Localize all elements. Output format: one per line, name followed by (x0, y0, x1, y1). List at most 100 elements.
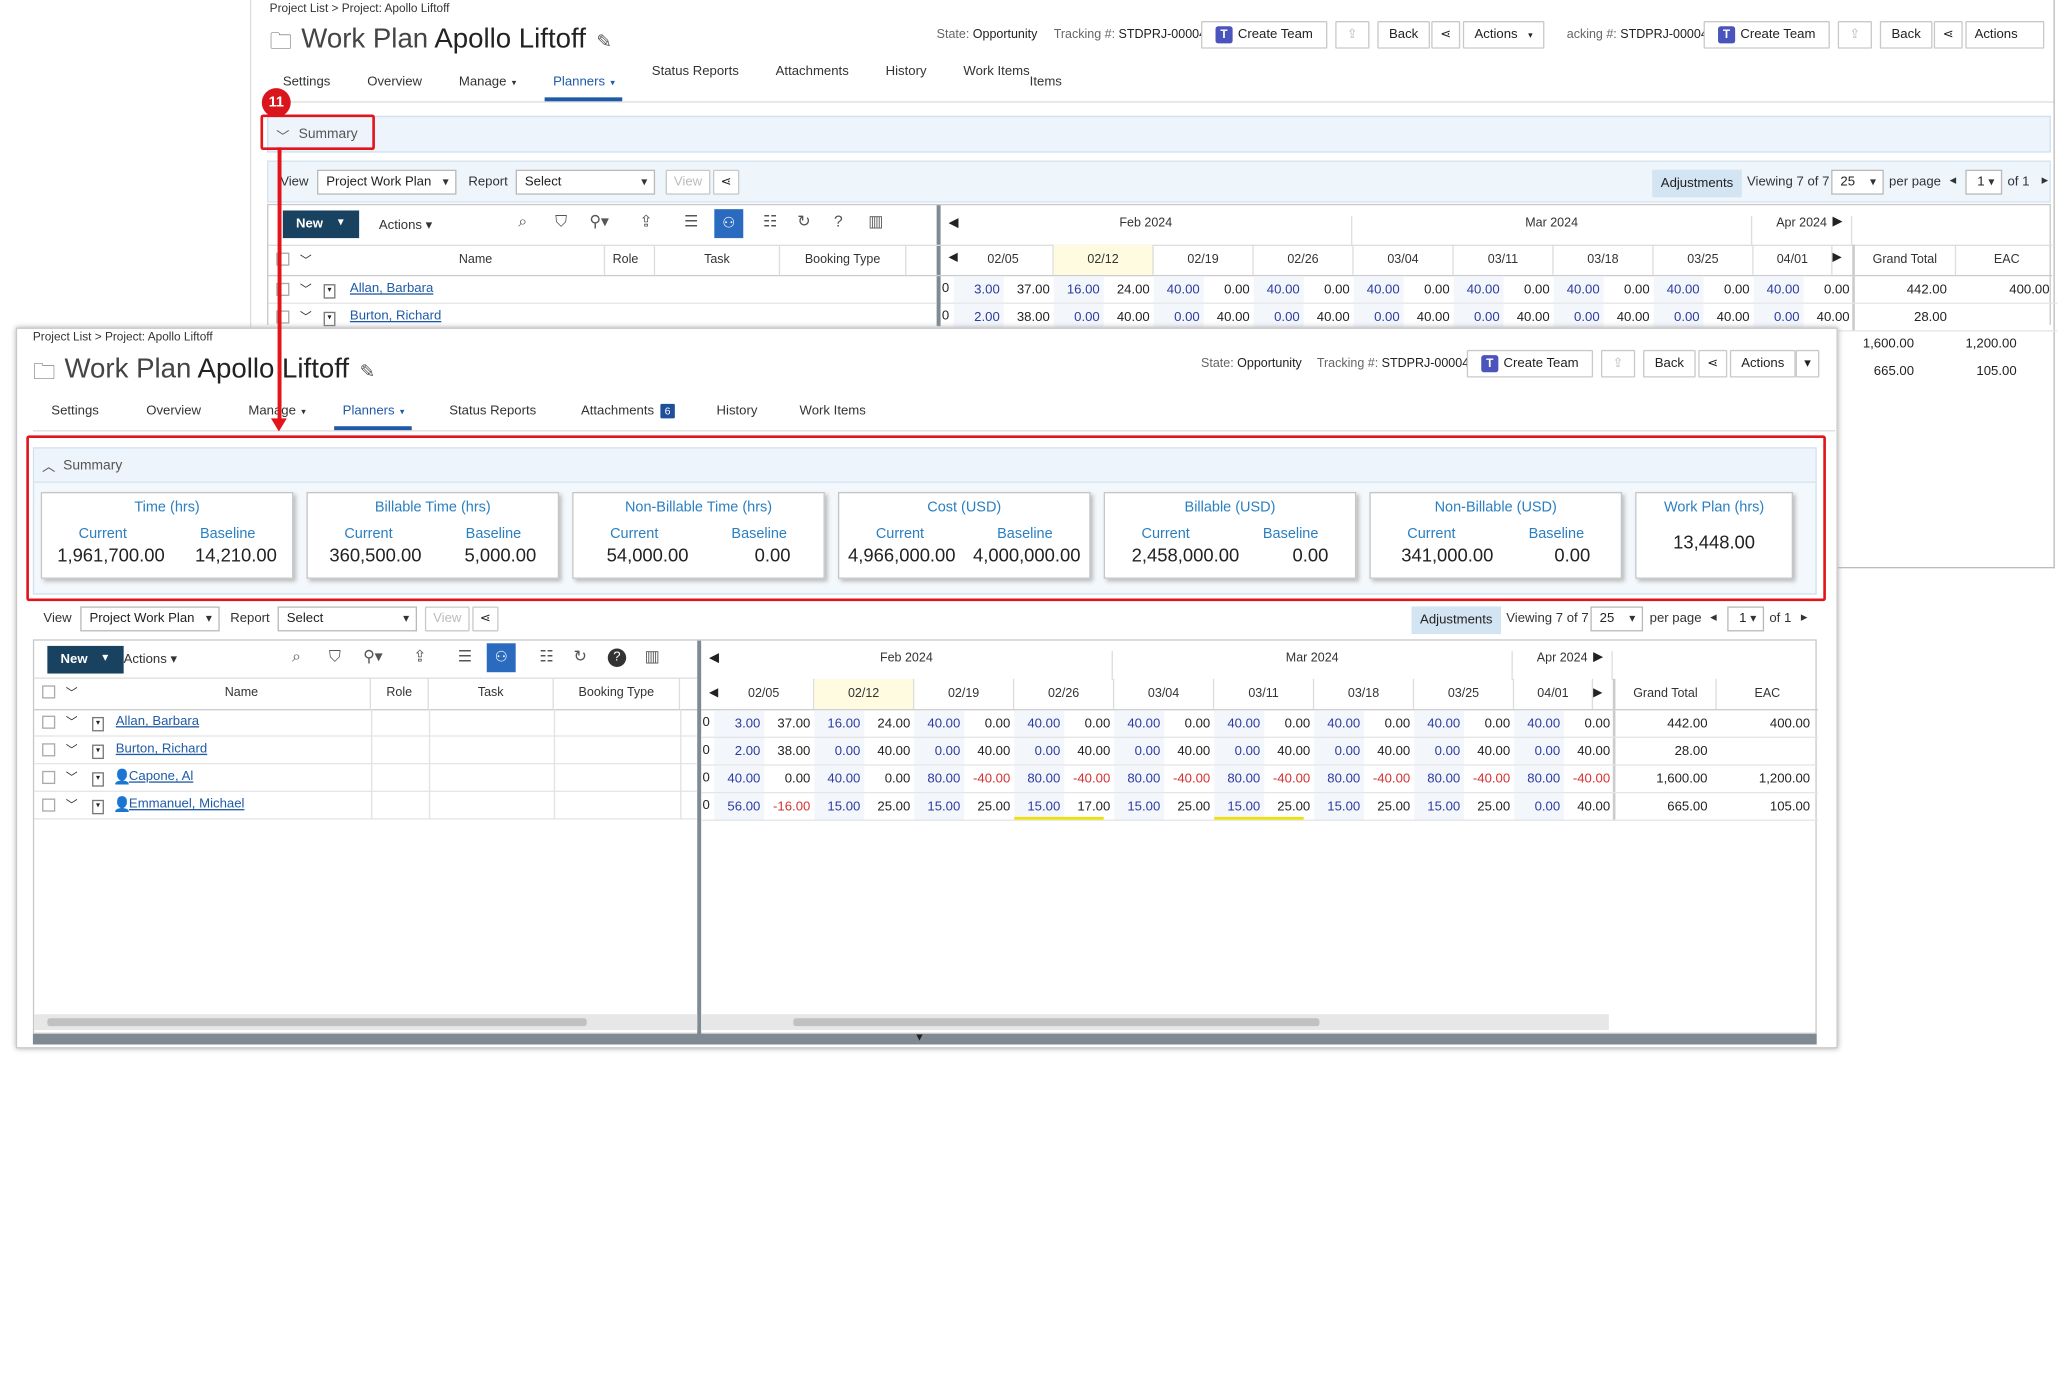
view-button[interactable]: View (424, 606, 470, 632)
hours-cell[interactable]: 40.00 (1014, 710, 1065, 738)
hours-cell[interactable]: 0.00 (1514, 737, 1565, 766)
hours-cell[interactable]: 40.00 (1464, 738, 1514, 766)
hours-cell[interactable]: 40.00 (1064, 738, 1114, 766)
week-next-icon[interactable]: ▶ (1832, 250, 1841, 264)
tab-attachments[interactable]: Attachments 6 (563, 392, 693, 430)
view-select[interactable]: Project Work Plan (80, 606, 220, 632)
assign-icon[interactable]: ⚲▾ (589, 212, 608, 230)
hours-cell[interactable]: 0.00 (914, 737, 965, 766)
tab-planners[interactable]: Planners ▾ (324, 392, 423, 431)
hours-cell[interactable]: 15.00 (1414, 793, 1465, 821)
page-number-input[interactable]: 1 (1965, 169, 2003, 195)
row-menu-icon[interactable]: ▾ (323, 282, 336, 299)
hours-cell[interactable]: 0.00 (1114, 737, 1165, 766)
expand-row-icon[interactable]: ﹀ (300, 280, 312, 297)
hours-cell[interactable]: 40.00 (1153, 276, 1204, 304)
gantt-icon[interactable]: ☷ (539, 647, 553, 665)
expand-row-icon[interactable]: ﹀ (66, 768, 78, 785)
back-button-2[interactable]: Back (1879, 21, 1933, 49)
hours-cell[interactable]: 0.00 (1504, 276, 1554, 304)
hours-cell[interactable]: 25.00 (864, 793, 914, 821)
hours-cell[interactable]: 15.00 (914, 793, 965, 821)
report-select[interactable]: Select (515, 169, 656, 195)
tab-history[interactable]: History (867, 53, 945, 91)
export-icon-2[interactable]: ⇪ (1837, 21, 1872, 49)
create-team-button[interactable]: T Create Team (1201, 21, 1328, 49)
row-checkbox[interactable] (42, 743, 56, 760)
create-team-button-2[interactable]: T Create Team (1703, 21, 1830, 49)
hours-cell[interactable]: 56.00 (714, 793, 765, 821)
hours-cell[interactable]: 40.00 (1314, 710, 1365, 738)
page-number-input[interactable]: 1 (1727, 606, 1765, 632)
hours-cell[interactable]: 40.00 (714, 765, 765, 794)
resource-name-link[interactable]: Burton, Richard (350, 309, 441, 323)
hours-cell[interactable]: -40.00 (964, 766, 1014, 794)
hours-cell[interactable]: 0.00 (1404, 276, 1454, 304)
hours-cell[interactable]: 40.00 (1653, 276, 1704, 304)
tab-overview[interactable]: Overview (349, 63, 441, 101)
hours-cell[interactable]: 40.00 (814, 765, 865, 794)
next-page-icon[interactable]: ▸ (2042, 174, 2049, 188)
hours-cell[interactable]: 40.00 (1264, 738, 1314, 766)
expand-row-icon[interactable]: ﹀ (66, 741, 78, 758)
hours-cell[interactable]: 40.00 (1353, 276, 1404, 304)
next-page-icon[interactable]: ▸ (1801, 610, 1808, 624)
hours-cell[interactable]: 40.00 (964, 738, 1014, 766)
hours-cell[interactable]: -40.00 (1064, 766, 1114, 794)
tab-overview[interactable]: Overview (117, 392, 230, 430)
hours-cell[interactable]: 0.00 (1014, 737, 1065, 766)
list-icon[interactable]: ☰ (684, 212, 698, 230)
hours-cell[interactable]: -40.00 (1264, 766, 1314, 794)
hours-cell[interactable]: 25.00 (1464, 793, 1514, 821)
actions-button[interactable]: Actions (1729, 349, 1796, 378)
adjustments-button[interactable]: Adjustments (1652, 169, 1742, 198)
adjustments-button[interactable]: Adjustments (1411, 606, 1501, 635)
hours-cell[interactable]: 0.00 (1514, 793, 1565, 821)
hours-cell[interactable]: 80.00 (1514, 765, 1565, 794)
prev-page-icon[interactable]: ◂ (1950, 174, 1957, 188)
actions-button-2[interactable]: Actions (1965, 21, 2045, 49)
hours-cell[interactable]: 0.00 (1464, 710, 1514, 738)
timeline-next-icon[interactable]: ▶ (1832, 214, 1842, 228)
expand-row-icon[interactable]: ﹀ (66, 796, 78, 813)
timeline-scrollbar[interactable] (701, 1014, 1609, 1031)
hours-cell[interactable]: -40.00 (1164, 766, 1214, 794)
hours-cell[interactable]: 0.00 (1214, 737, 1265, 766)
hours-cell[interactable]: 0.00 (1314, 737, 1365, 766)
expand-all-icon[interactable]: ﹀ (66, 684, 78, 701)
hours-cell[interactable]: 80.00 (1114, 765, 1165, 794)
share-icon-2[interactable]: ⋖ (1933, 21, 1963, 49)
hours-cell[interactable]: 37.00 (764, 710, 814, 738)
expand-all-icon[interactable]: ﹀ (300, 251, 312, 268)
hours-cell[interactable]: 15.00 (1114, 793, 1165, 821)
actions-button[interactable]: Actions ▾ (1462, 21, 1545, 49)
hours-cell[interactable]: 24.00 (864, 710, 914, 738)
hours-cell[interactable]: 40.00 (864, 738, 914, 766)
hours-cell[interactable]: 40.00 (1453, 276, 1504, 304)
hours-cell[interactable]: 0.00 (1414, 737, 1465, 766)
filter-icon[interactable]: ⛉ (329, 647, 341, 667)
help-icon[interactable]: ? (834, 212, 843, 230)
tab-attachments[interactable]: Attachments (757, 53, 867, 91)
hours-cell[interactable]: 0.00 (1704, 276, 1754, 304)
breadcrumb[interactable]: Project List > Project: Apollo Liftoff (33, 330, 213, 343)
resource-view-icon[interactable]: ⚇ (486, 643, 516, 673)
share-icon[interactable]: ⋖ (1698, 349, 1728, 378)
hours-cell[interactable]: 24.00 (1104, 276, 1154, 304)
hours-cell[interactable]: 0.00 (864, 766, 914, 794)
expand-row-icon[interactable]: ﹀ (300, 308, 312, 325)
hours-cell[interactable]: 0.00 (1264, 710, 1314, 738)
refresh-icon[interactable]: ↻ (797, 212, 810, 230)
hours-cell[interactable]: 80.00 (1214, 765, 1265, 794)
hours-cell[interactable]: -40.00 (1464, 766, 1514, 794)
hours-cell[interactable]: -40.00 (1564, 766, 1614, 794)
breadcrumb[interactable]: Project List > Project: Apollo Liftoff (270, 1, 450, 14)
hours-cell[interactable]: 0.00 (814, 737, 865, 766)
hours-cell[interactable]: 0.00 (1064, 710, 1114, 738)
hours-cell[interactable]: 0.00 (964, 710, 1014, 738)
week-next-icon[interactable]: ▶ (1593, 685, 1602, 699)
hours-cell[interactable]: 16.00 (814, 710, 865, 738)
help-icon[interactable]: ? (607, 648, 627, 667)
hours-cell[interactable]: 0.00 (1564, 710, 1614, 738)
hours-cell[interactable]: 3.00 (714, 710, 765, 738)
